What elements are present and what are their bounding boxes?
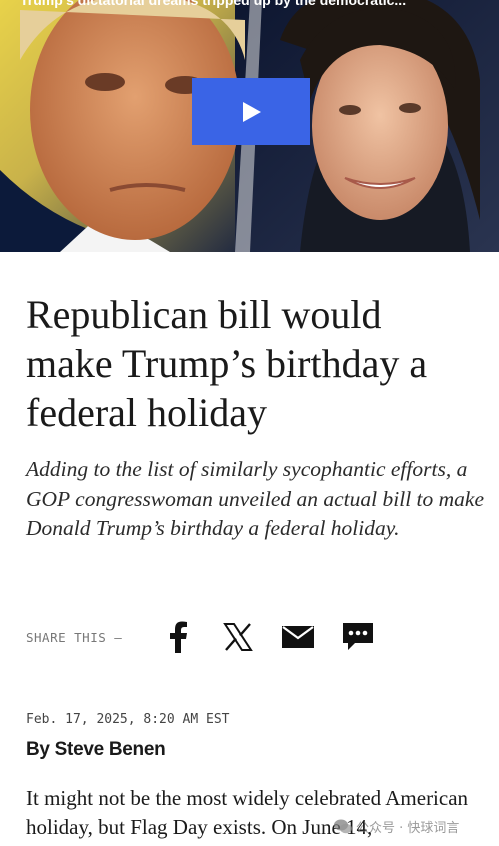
play-button[interactable]	[192, 78, 310, 145]
x-icon	[223, 623, 253, 651]
share-bar: SHARE THIS —	[26, 615, 486, 659]
chat-icon	[343, 623, 373, 650]
video-caption: Trump's dictatorial dreams tripped up by…	[20, 0, 407, 8]
play-icon	[243, 101, 261, 122]
publish-date: Feb. 17, 2025, 8:20 AM EST	[26, 712, 230, 727]
wechat-icon	[334, 819, 352, 833]
headline: Republican bill would make Trump’s birth…	[26, 292, 428, 435]
facebook-icon	[170, 621, 187, 653]
share-sms-button[interactable]	[338, 617, 378, 657]
article-dek: Adding to the list of similarly sycophan…	[26, 457, 484, 540]
share-email-button[interactable]	[278, 617, 318, 657]
video-player[interactable]: Trump's dictatorial dreams tripped up by…	[0, 0, 499, 252]
share-label: SHARE THIS —	[26, 629, 123, 645]
watermark: 公众号 · 快球词言	[334, 814, 459, 838]
share-x-button[interactable]	[218, 617, 258, 657]
watermark-text: 公众号 · 快球词言	[356, 820, 460, 836]
author-byline[interactable]: By Steve Benen	[26, 739, 166, 761]
email-icon	[282, 626, 314, 648]
share-facebook-button[interactable]	[158, 617, 198, 657]
